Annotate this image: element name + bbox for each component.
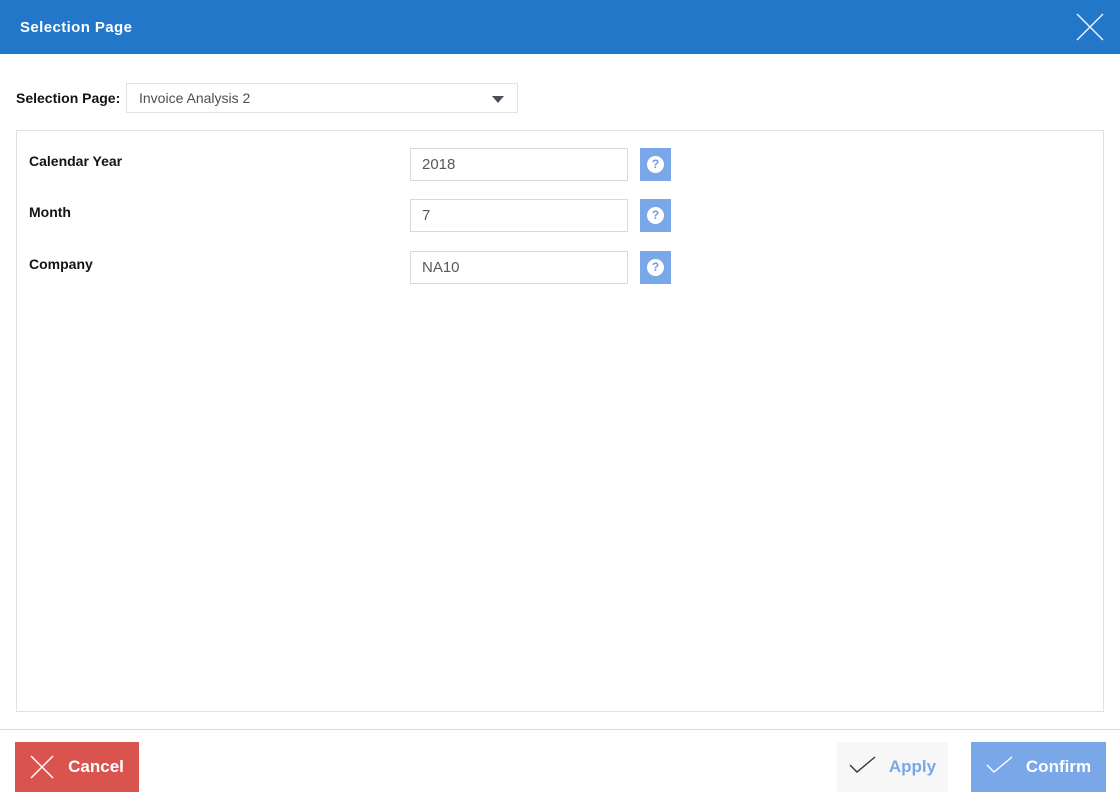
selector-row: Selection Page: Invoice Analysis 2 [0, 83, 1120, 113]
close-icon [1076, 13, 1104, 41]
field-row-company: Company ? [17, 251, 1103, 284]
cancel-button[interactable]: Cancel [15, 742, 139, 792]
month-label: Month [29, 204, 71, 220]
calendar-year-input[interactable] [410, 148, 628, 181]
dialog-title: Selection Page [20, 18, 133, 36]
help-icon: ? [647, 207, 664, 224]
field-row-calendar-year: Calendar Year ? [17, 148, 1103, 181]
field-row-month: Month ? [17, 199, 1103, 232]
confirm-button-label: Confirm [1025, 757, 1092, 776]
selection-page-dialog: Selection Page Selection Page: Invoice A… [0, 0, 1120, 802]
apply-button-label: Apply [888, 757, 937, 776]
apply-button[interactable]: Apply [837, 742, 948, 792]
company-label: Company [29, 256, 93, 272]
selection-page-dropdown-value: Invoice Analysis 2 [139, 90, 251, 106]
check-icon [849, 756, 876, 778]
month-input[interactable] [410, 199, 628, 232]
confirm-button[interactable]: Confirm [971, 742, 1106, 792]
calendar-year-help-button[interactable]: ? [640, 148, 671, 181]
help-icon: ? [647, 156, 664, 173]
month-help-button[interactable]: ? [640, 199, 671, 232]
footer-divider [0, 729, 1120, 730]
selection-page-dropdown[interactable]: Invoice Analysis 2 [126, 83, 518, 113]
help-icon: ? [647, 259, 664, 276]
check-icon [986, 756, 1013, 778]
footer-actions: Apply Confirm [837, 742, 1106, 792]
x-icon [30, 755, 54, 779]
selection-page-label: Selection Page: [16, 90, 121, 106]
chevron-down-icon [492, 96, 504, 103]
dialog-header: Selection Page [0, 0, 1120, 54]
company-help-button[interactable]: ? [640, 251, 671, 284]
parameters-panel: Calendar Year ? Month ? Company ? [16, 130, 1104, 712]
cancel-button-label: Cancel [68, 757, 124, 776]
calendar-year-label: Calendar Year [29, 153, 123, 169]
close-button[interactable] [1073, 10, 1107, 44]
company-input[interactable] [410, 251, 628, 284]
